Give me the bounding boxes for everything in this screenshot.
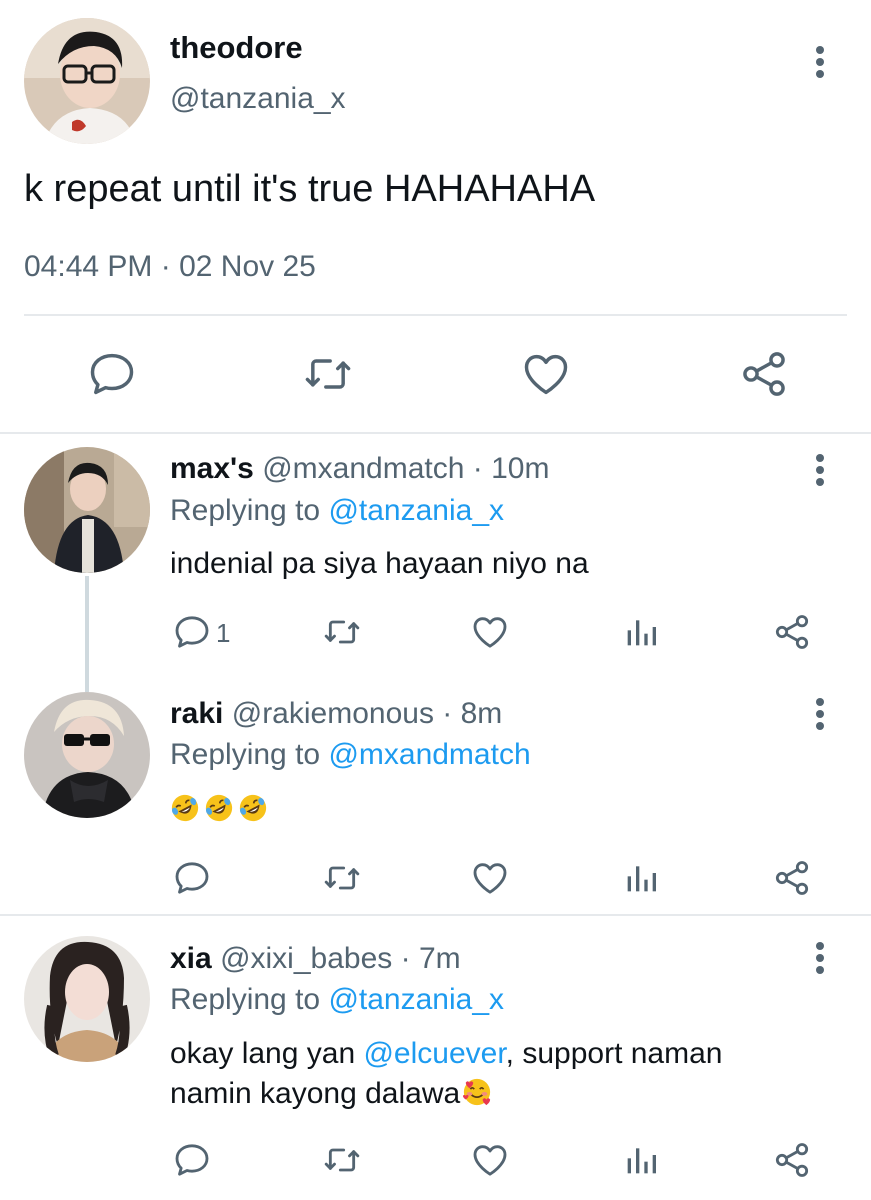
reply-meta: max's @mxandmatch · 10m: [170, 452, 549, 486]
user-handle[interactable]: @rakiemonous: [232, 697, 434, 730]
replying-to-label: Replying to: [170, 983, 329, 1016]
retweet-icon[interactable]: [322, 858, 362, 898]
rolling-on-floor-laughing-emoji: [170, 793, 200, 823]
more-options-icon[interactable]: [808, 450, 832, 490]
time-separator: ·: [464, 452, 492, 485]
time-separator: ·: [433, 697, 461, 730]
user-handle[interactable]: @xixi_babes: [220, 942, 392, 975]
user-handle[interactable]: @mxandmatch: [262, 452, 464, 485]
display-name[interactable]: theodore: [170, 30, 303, 66]
replying-to-link[interactable]: @mxandmatch: [328, 738, 530, 771]
share-icon[interactable]: [772, 612, 812, 652]
views-icon[interactable]: [621, 1140, 661, 1180]
reply-meta: raki @rakiemonous · 8m: [170, 697, 502, 731]
replying-to-label: Replying to: [170, 738, 329, 771]
share-icon[interactable]: [738, 348, 790, 400]
replying-to: Replying to @tanzania_x: [170, 983, 504, 1017]
reply-time[interactable]: 10m: [491, 452, 549, 485]
reply-text: okay lang yan @elcuever, support naman n…: [170, 1034, 810, 1114]
display-name[interactable]: max's: [170, 452, 254, 485]
retweet-icon[interactable]: [322, 612, 362, 652]
divider: [0, 914, 871, 916]
reply-icon[interactable]: [86, 348, 138, 400]
main-tweet: theodore @tanzania_x k repeat until it's…: [0, 0, 871, 432]
avatar[interactable]: [24, 447, 150, 573]
more-options-icon[interactable]: [808, 694, 832, 734]
avatar[interactable]: [24, 18, 150, 144]
views-icon[interactable]: [621, 858, 661, 898]
rolling-on-floor-laughing-emoji: [204, 793, 234, 823]
replying-to-link[interactable]: @tanzania_x: [328, 983, 504, 1016]
mention-link[interactable]: @elcuever: [363, 1037, 505, 1070]
share-icon[interactable]: [772, 858, 812, 898]
time-separator: ·: [392, 942, 419, 975]
reply-time[interactable]: 7m: [419, 942, 461, 975]
display-name[interactable]: xia: [170, 942, 212, 975]
smiling-face-with-hearts-emoji: [462, 1077, 492, 1107]
avatar[interactable]: [24, 936, 150, 1062]
rolling-on-floor-laughing-emoji: [238, 793, 268, 823]
share-icon[interactable]: [772, 1140, 812, 1180]
more-options-icon[interactable]: [808, 42, 832, 82]
like-icon[interactable]: [520, 348, 572, 400]
reply-emojis: [170, 790, 810, 830]
reply-time[interactable]: 8m: [461, 697, 503, 730]
reply-text: indenial pa siya hayaan niyo na: [170, 547, 589, 580]
reply-text-part: okay lang yan: [170, 1037, 364, 1070]
like-icon[interactable]: [470, 612, 510, 652]
divider: [24, 314, 847, 316]
reply-icon[interactable]: [172, 612, 212, 652]
thread-line: [85, 576, 89, 692]
like-icon[interactable]: [470, 858, 510, 898]
user-handle[interactable]: @tanzania_x: [170, 82, 346, 116]
reply-icon[interactable]: [172, 858, 212, 898]
reply-meta: xia @xixi_babes · 7m: [170, 942, 461, 976]
replying-to-label: Replying to: [170, 494, 329, 527]
more-options-icon[interactable]: [808, 938, 832, 978]
like-icon[interactable]: [470, 1140, 510, 1180]
divider: [0, 432, 871, 434]
tweet-timestamp[interactable]: 04:44 PM · 02 Nov 25: [24, 250, 316, 284]
retweet-icon[interactable]: [322, 1140, 362, 1180]
reply-count: 1: [216, 618, 231, 648]
replying-to: Replying to @mxandmatch: [170, 738, 531, 772]
replying-to-link[interactable]: @tanzania_x: [328, 494, 504, 527]
display-name[interactable]: raki: [170, 697, 223, 730]
views-icon[interactable]: [621, 612, 661, 652]
tweet-text: k repeat until it's true HAHAHAHA: [24, 168, 596, 210]
replying-to: Replying to @tanzania_x: [170, 494, 504, 528]
avatar[interactable]: [24, 692, 150, 818]
reply-icon[interactable]: [172, 1140, 212, 1180]
retweet-icon[interactable]: [302, 348, 354, 400]
